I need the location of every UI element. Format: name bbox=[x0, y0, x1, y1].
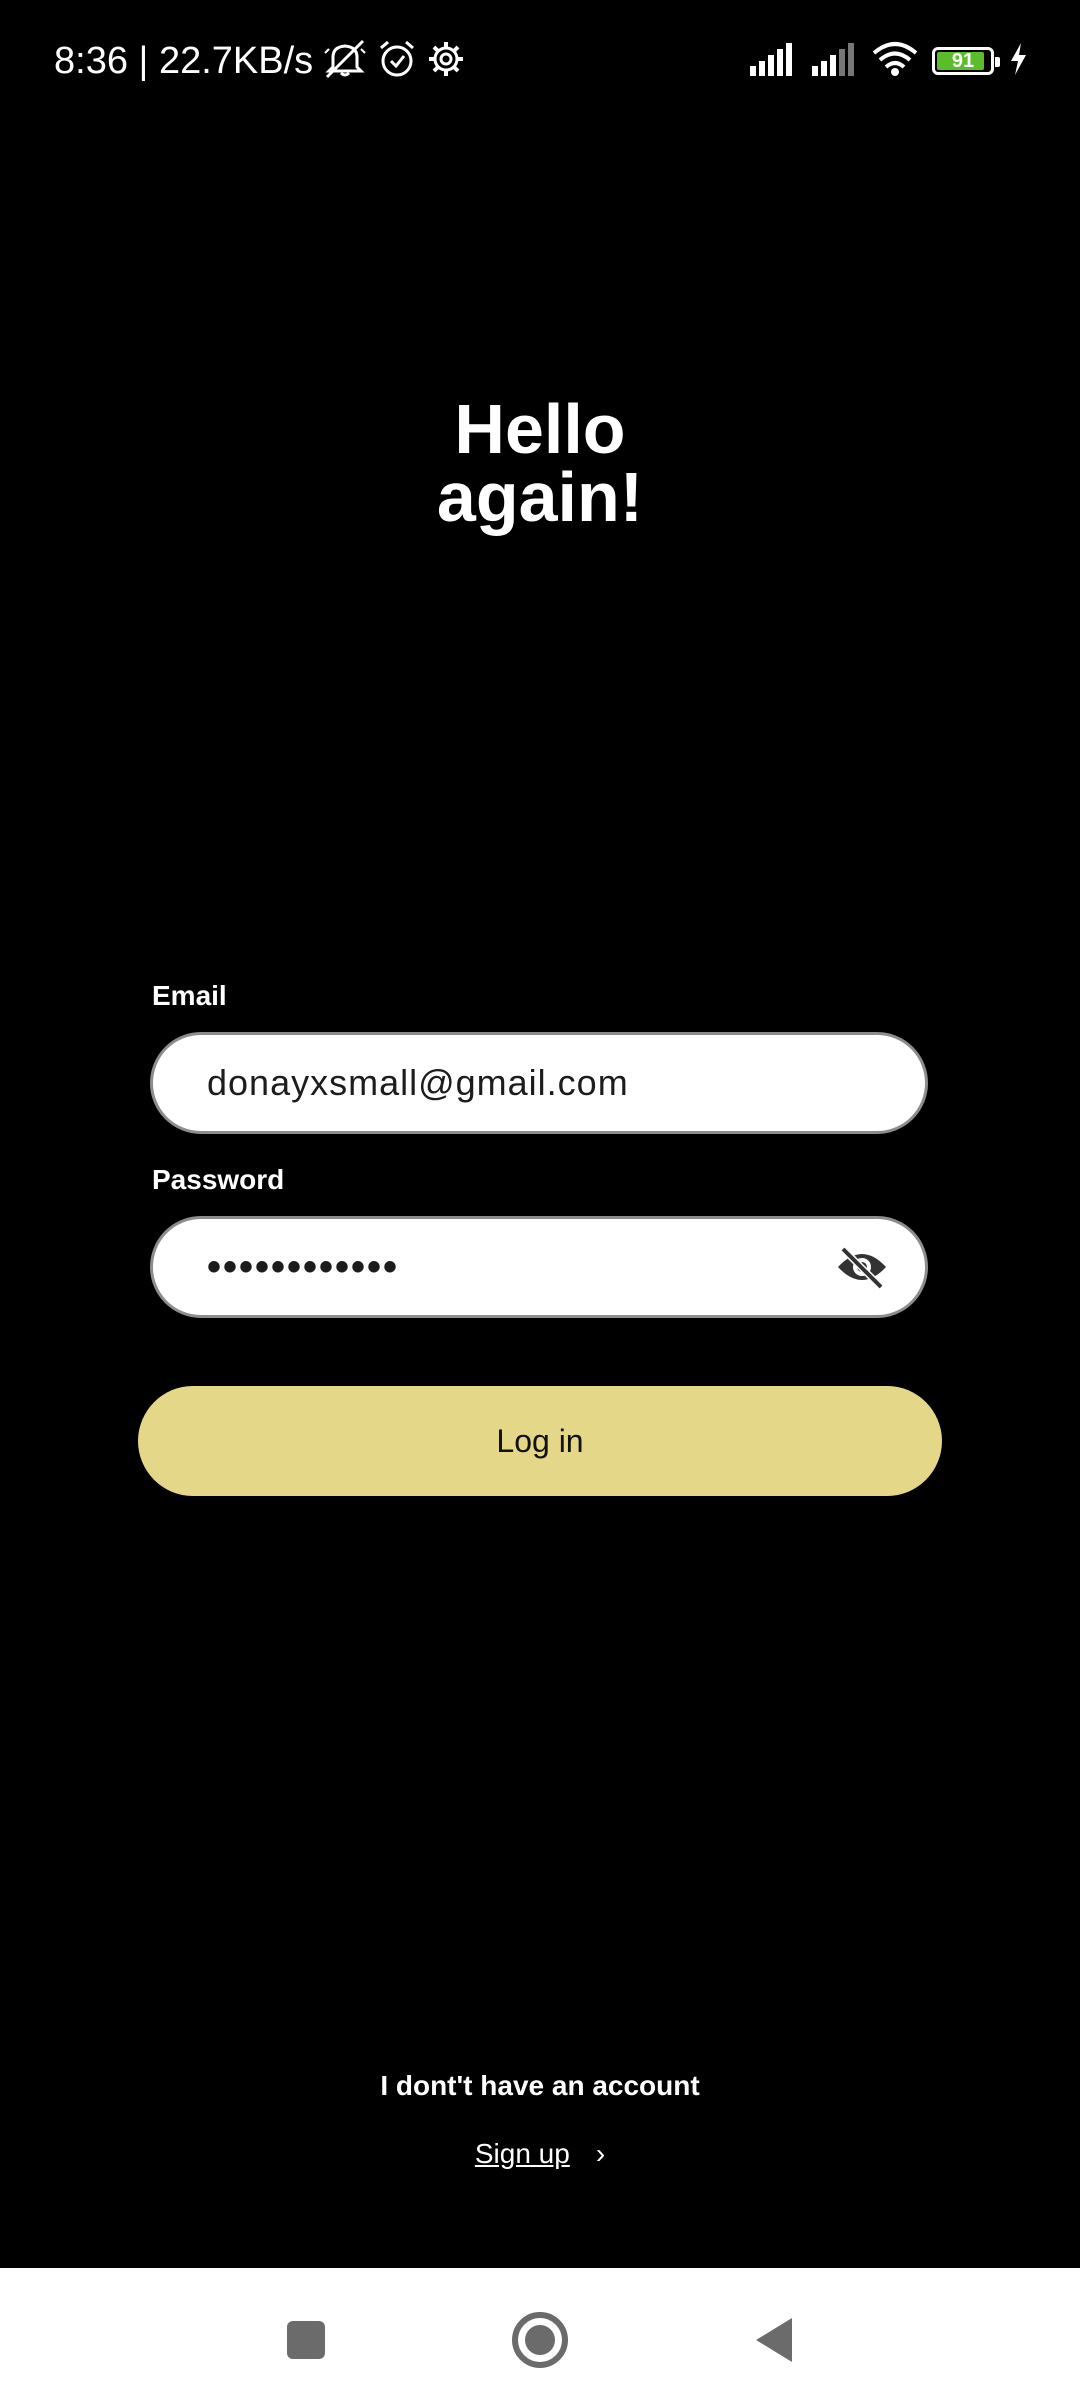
no-account-text: I dont't have an account bbox=[380, 2070, 700, 2101]
battery-level: 91 bbox=[951, 50, 975, 72]
settings-gear-icon bbox=[427, 40, 465, 83]
signal-icon bbox=[748, 42, 796, 81]
charging-icon bbox=[1008, 42, 1028, 81]
status-left: 8:36 | 22.7KB/s bbox=[54, 36, 465, 86]
status-right: 91 bbox=[748, 36, 1028, 86]
chevron-right-icon: › bbox=[595, 2138, 606, 2169]
password-label: Password bbox=[152, 1164, 285, 1195]
password-value: •••••••••••• bbox=[207, 1244, 400, 1289]
visibility-off-icon[interactable] bbox=[835, 1240, 889, 1294]
signup-link[interactable]: Sign up › bbox=[0, 2138, 1080, 2170]
page-title: Hello again! bbox=[0, 390, 1080, 536]
home-button[interactable] bbox=[510, 2310, 570, 2370]
status-time: 8:36 | 22.7KB/s bbox=[54, 39, 314, 82]
status-bar: 8:36 | 22.7KB/s 91 bbox=[0, 0, 1080, 120]
email-field[interactable]: donayxsmall@gmail.com bbox=[150, 1032, 928, 1134]
login-button[interactable]: Log in bbox=[138, 1386, 942, 1496]
back-triangle-icon bbox=[756, 2318, 792, 2362]
password-field[interactable]: •••••••••••• bbox=[150, 1216, 928, 1318]
wifi-icon bbox=[872, 41, 918, 82]
recents-square-icon bbox=[287, 2321, 325, 2359]
home-circle-icon bbox=[512, 2312, 568, 2368]
page-title-line2: again! bbox=[436, 458, 644, 536]
recents-button[interactable] bbox=[276, 2310, 336, 2370]
back-button[interactable] bbox=[744, 2310, 804, 2370]
alarm-icon bbox=[377, 39, 417, 84]
system-nav-bar bbox=[0, 2268, 1080, 2400]
signup-label[interactable]: Sign up bbox=[475, 2138, 570, 2170]
battery-icon: 91 bbox=[932, 47, 1000, 75]
signal-icon-2 bbox=[810, 42, 858, 81]
mute-icon bbox=[323, 39, 367, 84]
page-title-line1: Hello bbox=[454, 390, 626, 468]
battery-nub bbox=[995, 57, 1000, 67]
email-label: Email bbox=[152, 980, 227, 1011]
email-value: donayxsmall@gmail.com bbox=[207, 1062, 629, 1103]
